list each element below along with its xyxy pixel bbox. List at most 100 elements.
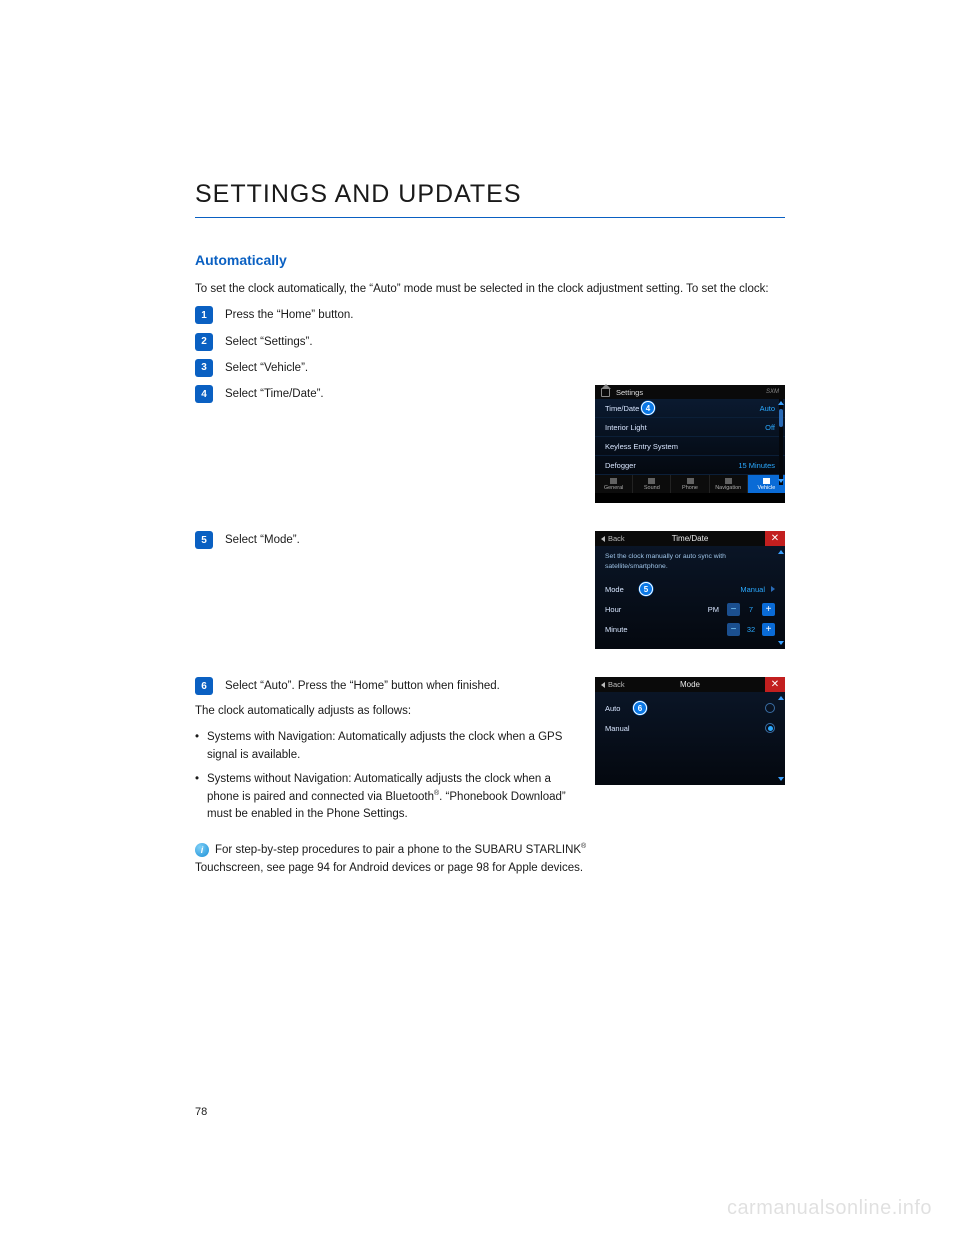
step-4-block: 4 Select “Time/Date”. Settings SXM Time/… (195, 385, 785, 503)
scroll-up-icon (778, 401, 784, 405)
ampm-label: PM (708, 605, 719, 614)
minus-button: − (727, 623, 740, 636)
hour-value: 7 (740, 605, 762, 614)
row-value: 15 Minutes (738, 461, 775, 470)
speaker-icon (648, 478, 655, 484)
info-icon: i (195, 843, 209, 857)
car-icon (763, 478, 770, 484)
timedate-description: Set the clock manually or auto sync with… (605, 552, 775, 571)
row-label: Minute (605, 625, 643, 634)
step-badge: 6 (195, 677, 213, 695)
mode-body: Auto 6 Manual (595, 692, 785, 785)
step-2: 2 Select “Settings”. (195, 333, 785, 351)
step-1: 1 Press the “Home” button. (195, 306, 785, 324)
intro-paragraph: To set the clock automatically, the “Aut… (195, 280, 785, 298)
home-icon (601, 388, 610, 397)
row-label: Manual (605, 724, 630, 733)
settings-row-interior-light: Interior Light Off (595, 418, 785, 437)
nav-icon (725, 478, 732, 484)
tab-label: General (604, 485, 624, 491)
step-text: Select “Vehicle”. (225, 359, 308, 377)
manual-page: SETTINGS AND UPDATES Automatically To se… (0, 0, 960, 1242)
timedate-body: Set the clock manually or auto sync with… (595, 546, 785, 649)
gear-icon (610, 478, 617, 484)
scrollbar (779, 696, 783, 781)
row-label: Auto (605, 704, 620, 713)
callout-badge: 6 (633, 701, 647, 715)
row-value: Auto (760, 404, 775, 413)
step-6-block: 6 Select “Auto”. Press the “Home” button… (195, 677, 785, 832)
watermark: carmanualsonline.info (727, 1197, 932, 1220)
scroll-down-icon (778, 777, 784, 781)
callout-badge: 4 (641, 401, 655, 415)
row-value: Manual (740, 585, 765, 594)
step-text: Select “Mode”. (225, 531, 300, 549)
tab-navigation: Navigation (710, 475, 748, 493)
section-heading: Automatically (195, 252, 785, 268)
plus-button: + (762, 603, 775, 616)
screenshot-header: Back Mode ✕ (595, 677, 785, 692)
row-label: Mode (605, 585, 643, 594)
title-rule (195, 217, 785, 218)
settings-row-defogger: Defogger 15 Minutes (595, 456, 785, 475)
tab-label: Phone (682, 485, 698, 491)
callout-badge: 5 (639, 582, 653, 596)
settings-rows: Time/Date Auto 4 Interior Light Off Keyl… (595, 399, 785, 475)
scroll-up-icon (778, 696, 784, 700)
step-text: Select “Settings”. (225, 333, 313, 351)
step-text: Press the “Home” button. (225, 306, 353, 324)
timedate-row-mode: Mode Manual 5 (605, 579, 775, 599)
settings-row-keyless: Keyless Entry System (595, 437, 785, 456)
scroll-down-icon (778, 479, 784, 483)
row-label: Defogger (605, 461, 636, 470)
settings-row-timedate: Time/Date Auto 4 (595, 399, 785, 418)
scroll-thumb (779, 409, 783, 427)
screenshot-title: Time/Date (595, 534, 785, 543)
step-badge: 2 (195, 333, 213, 351)
settings-tabs: General Sound Phone Navigation Vehicle (595, 475, 785, 493)
row-label: Keyless Entry System (605, 442, 678, 451)
step-badge: 4 (195, 385, 213, 403)
step-4: 4 Select “Time/Date”. (195, 385, 577, 403)
step-badge: 5 (195, 531, 213, 549)
screenshot-header: Settings SXM (595, 385, 785, 399)
tab-label: Navigation (715, 485, 741, 491)
sxm-badge: SXM (766, 389, 779, 395)
step-badge: 1 (195, 306, 213, 324)
screenshot-header: Back Time/Date ✕ (595, 531, 785, 546)
radio-selected-icon (765, 723, 775, 733)
bullet-list: Systems with Navigation: Automatically a… (195, 729, 577, 824)
timedate-row-hour: Hour PM − 7 + (605, 599, 775, 619)
row-label: Hour (605, 605, 643, 614)
screenshot-timedate: Back Time/Date ✕ Set the clock manually … (595, 531, 785, 649)
tab-label: Sound (644, 485, 660, 491)
screenshot-title: Mode (595, 680, 785, 689)
registered-mark: ® (581, 843, 586, 850)
info-text: For step-by-step procedures to pair a ph… (215, 842, 586, 860)
tab-general: General (595, 475, 633, 493)
page-title: SETTINGS AND UPDATES (195, 180, 785, 209)
minus-button: − (727, 603, 740, 616)
scroll-down-icon (778, 641, 784, 645)
row-value: Off (765, 423, 775, 432)
info-text-continued: Touchscreen, see page 94 for Android dev… (195, 860, 785, 878)
row-label: Time/Date (605, 404, 639, 413)
plus-button: + (762, 623, 775, 636)
minute-value: 32 (740, 625, 762, 634)
screenshot-settings-list: Settings SXM Time/Date Auto 4 Interior L… (595, 385, 785, 503)
bullet-item: Systems without Navigation: Automaticall… (195, 771, 577, 824)
step-3: 3 Select “Vehicle”. (195, 359, 785, 377)
mode-row-manual: Manual (605, 718, 775, 738)
tab-label: Vehicle (758, 485, 776, 491)
radio-unselected-icon (765, 703, 775, 713)
screenshot-mode: Back Mode ✕ Auto 6 Manual (595, 677, 785, 785)
scrollbar (779, 550, 783, 645)
scroll-up-icon (778, 550, 784, 554)
mode-row-auto: Auto 6 (605, 698, 775, 718)
step-text: Select “Time/Date”. (225, 385, 324, 403)
row-label: Interior Light (605, 423, 647, 432)
step-5: 5 Select “Mode”. (195, 531, 577, 549)
step-6: 6 Select “Auto”. Press the “Home” button… (195, 677, 577, 695)
page-number: 78 (195, 1106, 207, 1118)
scrollbar (779, 399, 783, 485)
